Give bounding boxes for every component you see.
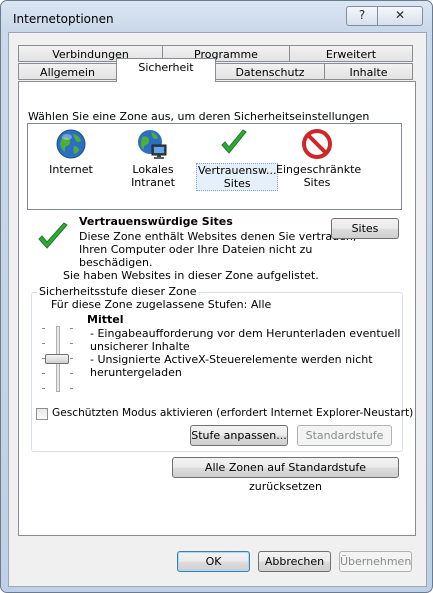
zone-label-e-line2: Sites [303,176,331,189]
zone-lokales-intranet[interactable]: Lokales Intranet [112,128,194,189]
zone-label-eingeschraenkte: Eingeschränkte Sites [276,163,362,189]
zone-eingeschraenkte-sites[interactable]: Eingeschränkte Sites [276,128,362,189]
level-bullet-1b: unsicherer Inhalte [90,340,190,353]
cancel-button[interactable]: Abbrechen [258,551,331,572]
zone-label-vertrauenswuerdige: Vertrauensw... Sites [196,163,279,191]
zone-info-desc-3: beschädigen. [79,256,153,269]
zone-label-line1: Vertrauensw... [198,164,277,177]
checkmark-icon [221,129,247,154]
slider-tick [42,343,45,344]
globe-icon [56,129,86,159]
slider-tick [42,388,45,389]
zone-label-line2: Sites [223,177,251,190]
protected-mode-checkbox[interactable] [36,408,48,420]
level-bullet-2a: - Unsignierte ActiveX-Steuerelemente wer… [90,353,373,366]
slider-tick [70,343,73,344]
custom-level-button[interactable]: Stufe anpassen... [190,425,288,446]
sites-button[interactable]: Sites [331,218,399,239]
level-bullet-2b: heruntergeladen [90,366,182,379]
large-checkmark-icon [38,222,68,249]
reset-all-zones-button[interactable]: Alle Zonen auf Standardstufe zurücksetze… [172,457,399,493]
zone-label-lokales-intranet: Lokales Intranet [131,163,175,189]
allowed-levels-text: Für diese Zone zugelassene Stufen: Alle [51,298,272,311]
level-name: Mittel [87,313,124,326]
zone-label-internet: Internet [49,163,93,176]
zone-info-status: Sie haben Websites in dieser Zone aufgel… [63,269,319,282]
level-bullet-1a: - Eingabeaufforderung vor dem Herunterla… [90,327,401,340]
zone-info-desc-2: Ihren Computer oder Ihre Dateien nicht z… [79,243,313,256]
slider-tick [42,373,45,374]
slider-tick [70,358,73,359]
slider-tick [70,328,73,329]
slider-tick [70,373,73,374]
security-slider-thumb[interactable] [45,354,69,364]
zone-info-desc-1: Diese Zone enthält Websites denen Sie ve… [79,230,357,243]
slider-tick [70,388,73,389]
zone-vertrauenswuerdige-sites[interactable]: Vertrauensw... Sites [196,128,279,191]
restricted-icon [302,129,332,159]
protected-mode-label[interactable]: Geschützten Modus aktivieren (erfordert … [52,407,413,419]
security-level-group-label: Sicherheitsstufe dieser Zone [37,285,199,298]
apply-button[interactable]: Übernehmen [339,551,412,572]
intranet-globe-icon [138,130,167,159]
zone-internet[interactable]: Internet [42,128,100,176]
zone-label-e-line1: Eingeschränkte [276,163,362,176]
zone-info-title: Vertrauenswürdige Sites [79,215,233,228]
ok-button[interactable]: OK [177,551,250,572]
default-level-button[interactable]: Standardstufe [297,425,392,446]
slider-tick [42,328,45,329]
